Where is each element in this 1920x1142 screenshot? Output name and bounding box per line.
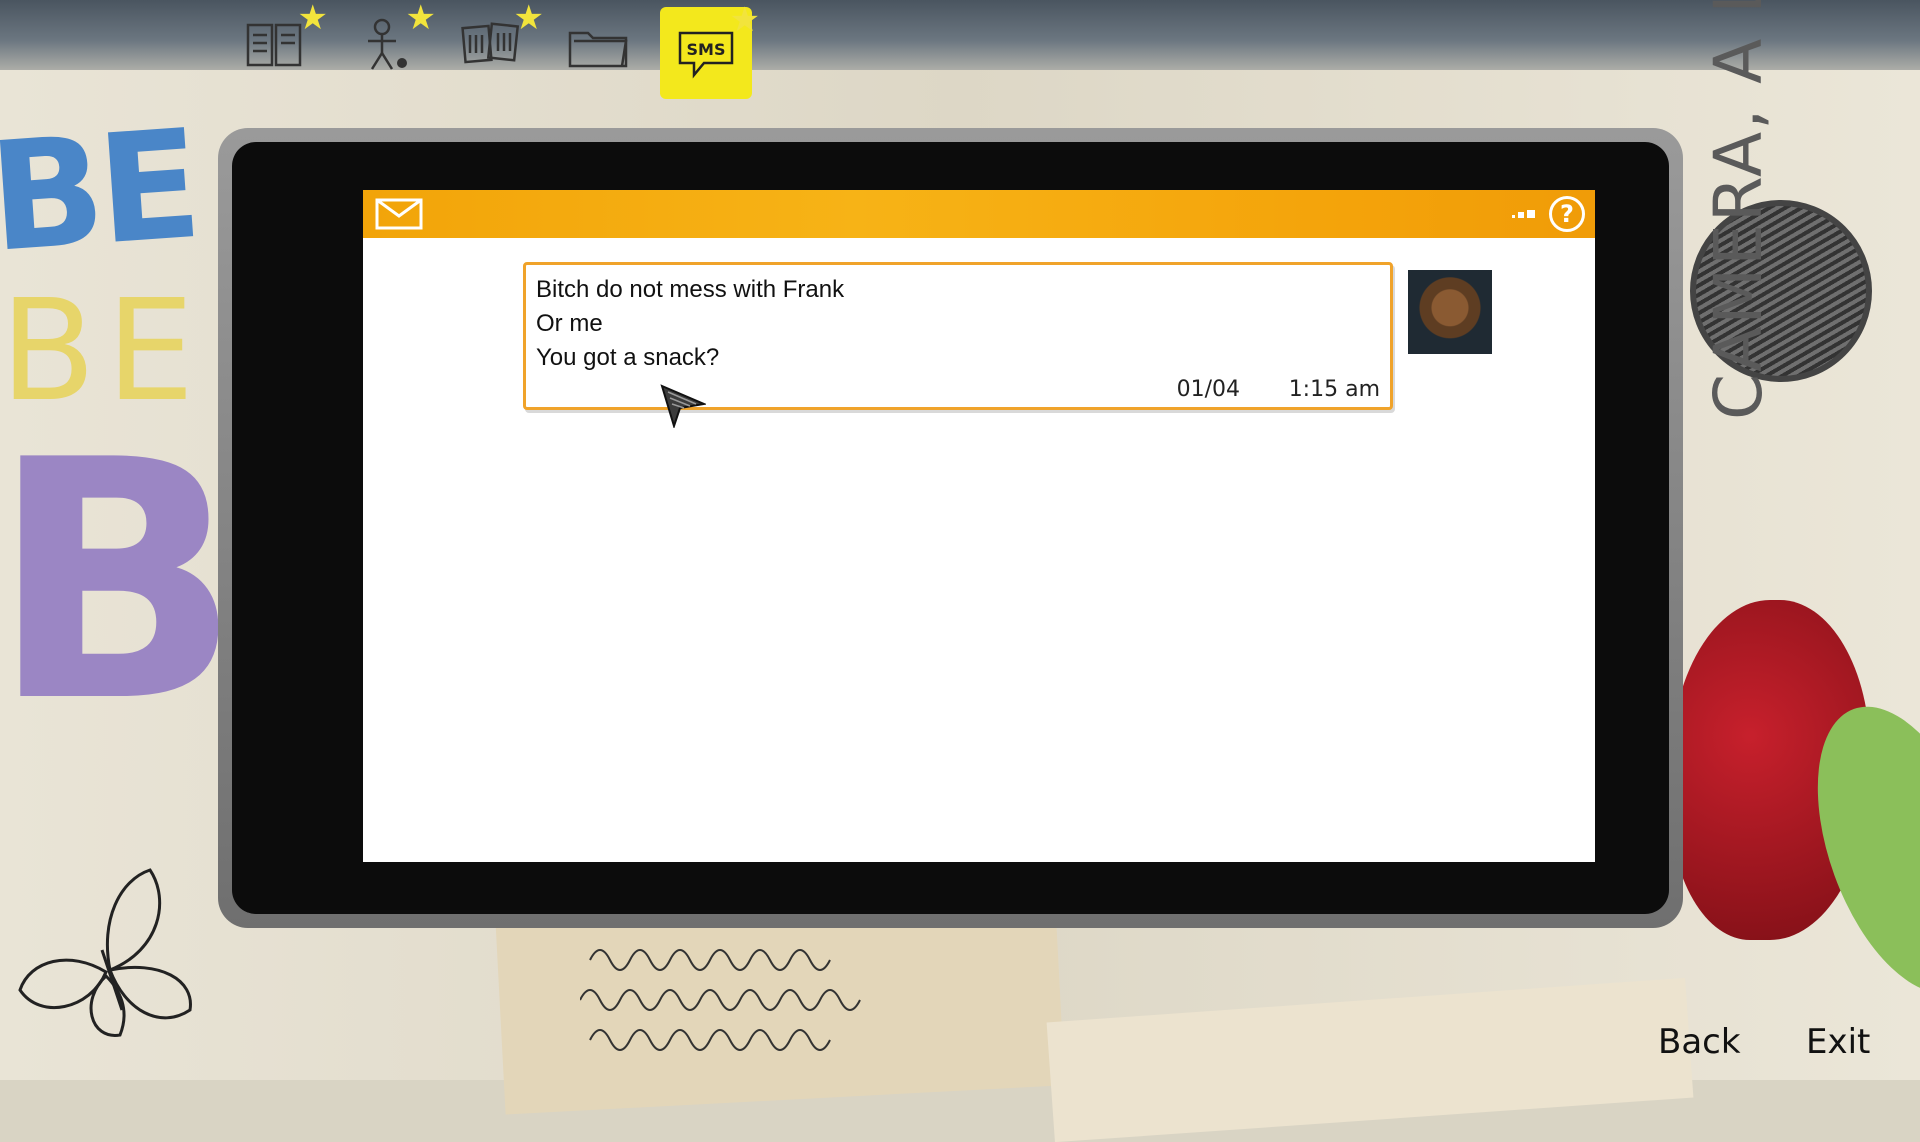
sms-tab[interactable]: SMS ★ (660, 3, 760, 99)
decorative-letters: BE (0, 98, 201, 286)
characters-tab[interactable]: ★ (336, 1, 436, 85)
journal-tabs: ★ ★ ★ SMS ★ (228, 1, 760, 99)
decorative-handwriting: CAMERA, A LIAR, A MAGICIAN (1700, 0, 1777, 420)
files-tab[interactable] (552, 5, 644, 85)
folder-icon (568, 31, 628, 68)
dog-avatar (1408, 270, 1492, 354)
message-line: You got a snack? (536, 344, 720, 371)
cursor-arrow-icon (660, 384, 706, 428)
photos-tab[interactable]: ★ (444, 1, 544, 85)
butterfly-icon (18, 868, 192, 1037)
sms-label: SMS (687, 40, 726, 59)
photos-icon (461, 22, 520, 64)
message-line: Or me (536, 310, 603, 337)
star-icon: ★ (297, 0, 328, 38)
message-line: Bitch do not mess with Frank (536, 276, 845, 303)
star-icon: ★ (405, 0, 436, 38)
journal-icon (246, 23, 302, 67)
help-icon[interactable]: ? (1549, 196, 1585, 232)
message-time: 1:15 am (1288, 377, 1380, 402)
journal-tab[interactable]: ★ (228, 1, 328, 85)
phone-screen: ? Bitch do not mess with Frank Or me You… (363, 190, 1595, 862)
star-icon: ★ (729, 0, 760, 40)
sms-header-bar: ? (363, 190, 1595, 238)
back-button[interactable]: Back (1658, 1022, 1741, 1062)
star-icon: ★ (513, 0, 544, 38)
exit-button[interactable]: Exit (1806, 1022, 1870, 1062)
sms-message[interactable]: Bitch do not mess with Frank Or me You g… (523, 262, 1393, 410)
sms-icon: SMS (678, 31, 734, 79)
character-icon (368, 18, 407, 70)
message-date: 01/04 (1176, 377, 1240, 402)
handwritten-note (580, 949, 861, 1051)
mail-icon (375, 198, 423, 230)
message-body: Bitch do not mess with Frank Or me You g… (526, 265, 1390, 375)
signal-icon (1512, 210, 1535, 218)
